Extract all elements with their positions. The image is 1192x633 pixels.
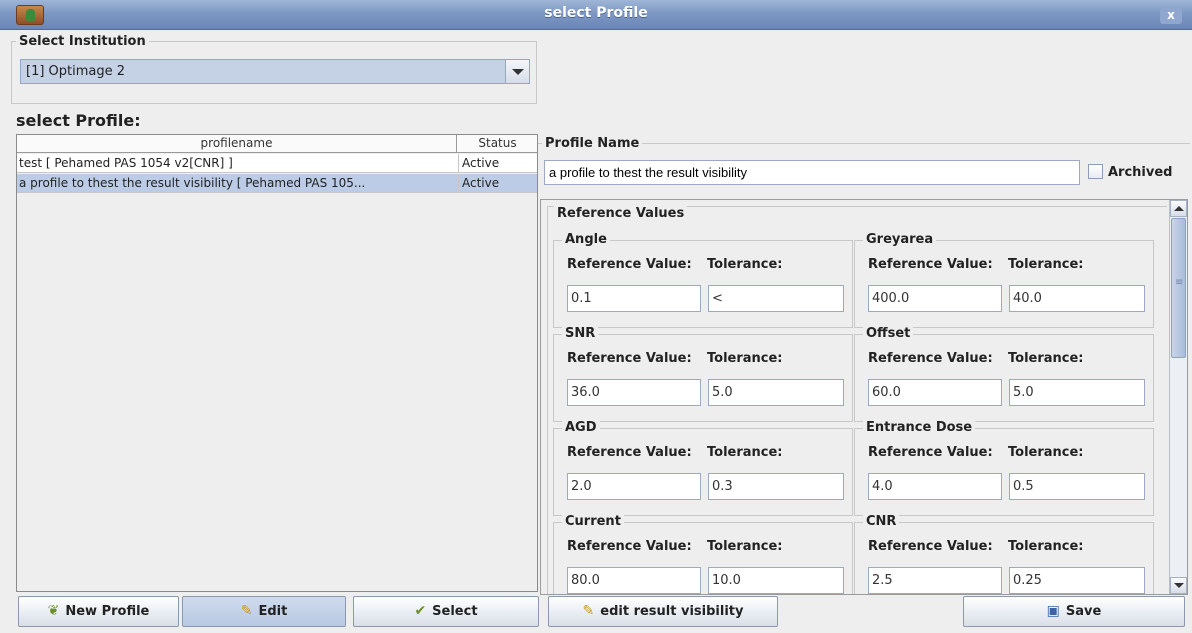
tolerance-field[interactable] <box>1009 379 1145 406</box>
param-title: Entrance Dose <box>863 420 976 435</box>
reference-value-field[interactable] <box>868 379 1002 406</box>
section-title: select Profile: <box>16 111 141 130</box>
status-cell: Active <box>458 174 537 192</box>
param-group-cnr: CNR Reference Value: Tolerance: <box>854 514 1154 594</box>
new-profile-button[interactable]: ❦ New Profile <box>18 596 179 627</box>
reference-values-label: Reference Values <box>554 206 688 221</box>
param-title: CNR <box>863 514 900 529</box>
reference-value-label: Reference Value: <box>868 257 993 272</box>
reference-value-label: Reference Value: <box>868 351 993 366</box>
select-button[interactable]: ✔ Select <box>353 596 539 627</box>
select-profile-window: select Profile x Select Institution [1] … <box>0 0 1192 633</box>
close-button[interactable]: x <box>1160 8 1182 24</box>
column-header-status[interactable]: Status <box>458 135 537 152</box>
table-row[interactable]: a profile to thest the result visibility… <box>17 174 537 193</box>
reference-value-label: Reference Value: <box>868 539 993 554</box>
table-header: profilename Status <box>17 135 537 153</box>
profile-table: profilename Status test [ Pehamed PAS 10… <box>16 134 538 592</box>
tolerance-field[interactable] <box>708 379 844 406</box>
institution-selected-value: [1] Optimage 2 <box>26 64 126 79</box>
reference-value-label: Reference Value: <box>567 445 692 460</box>
scroll-thumb[interactable] <box>1171 218 1186 358</box>
institution-dropdown[interactable]: [1] Optimage 2 <box>20 59 530 84</box>
tolerance-label: Tolerance: <box>707 539 783 554</box>
vertical-scrollbar[interactable] <box>1169 200 1187 594</box>
tolerance-label: Tolerance: <box>1008 351 1084 366</box>
scroll-down-arrow-icon[interactable] <box>1170 577 1187 594</box>
param-group-current: Current Reference Value: Tolerance: <box>553 514 853 594</box>
profile-name-group-label: Profile Name <box>545 136 640 151</box>
param-group-offset: Offset Reference Value: Tolerance: <box>854 326 1154 422</box>
param-group-snr: SNR Reference Value: Tolerance: <box>553 326 853 422</box>
column-header-profilename[interactable]: profilename <box>17 135 457 152</box>
reference-value-field[interactable] <box>868 473 1002 500</box>
reference-value-field[interactable] <box>567 567 701 594</box>
reference-value-field[interactable] <box>567 285 701 312</box>
edit-result-visibility-button-label: edit result visibility <box>600 604 744 619</box>
save-button-label: Save <box>1065 604 1102 619</box>
edit-button-label: Edit <box>258 604 288 619</box>
checkbox-icon <box>1088 164 1103 179</box>
tolerance-label: Tolerance: <box>1008 445 1084 460</box>
tolerance-label: Tolerance: <box>707 445 783 460</box>
archived-label: Archived <box>1108 165 1173 180</box>
tolerance-field[interactable] <box>708 473 844 500</box>
reference-values-scroll-panel[interactable]: Reference Values Angle Reference Value: To… <box>540 199 1188 595</box>
pencil-icon: ✎ <box>240 603 253 619</box>
reference-value-label: Reference Value: <box>567 351 692 366</box>
tolerance-label: Tolerance: <box>707 257 783 272</box>
param-group-entrance-dose: Entrance Dose Reference Value: Tolerance: <box>854 420 1154 516</box>
edit-button[interactable]: ✎ Edit <box>182 596 346 627</box>
tolerance-field[interactable] <box>708 285 844 312</box>
tolerance-label: Tolerance: <box>1008 257 1084 272</box>
reference-value-field[interactable] <box>868 567 1002 594</box>
tolerance-label: Tolerance: <box>707 351 783 366</box>
status-cell: Active <box>458 154 537 172</box>
param-title: AGD <box>562 420 600 435</box>
select-button-label: Select <box>432 604 478 619</box>
tolerance-field[interactable] <box>1009 473 1145 500</box>
edit-result-visibility-button[interactable]: ✎ edit result visibility <box>548 596 778 627</box>
param-title: Current <box>562 514 624 529</box>
reference-value-field[interactable] <box>567 379 701 406</box>
chevron-down-icon[interactable] <box>505 60 529 83</box>
profile-name-cell: a profile to thest the result visibility… <box>19 176 366 190</box>
tolerance-label: Tolerance: <box>1008 539 1084 554</box>
tolerance-field[interactable] <box>708 567 844 594</box>
reference-value-label: Reference Value: <box>567 539 692 554</box>
profile-name-cell: test [ Pehamed PAS 1054 v2[CNR] ] <box>19 156 233 170</box>
floppy-disk-icon: ▣ <box>1046 603 1060 619</box>
save-button[interactable]: ▣ Save <box>963 596 1185 627</box>
param-title: Angle <box>562 232 610 247</box>
leaf-icon: ❦ <box>47 603 60 619</box>
param-title: SNR <box>562 326 599 341</box>
param-group-agd: AGD Reference Value: Tolerance: <box>553 420 853 516</box>
reference-value-label: Reference Value: <box>567 257 692 272</box>
institution-group: Select Institution [1] Optimage 2 <box>11 34 537 104</box>
tolerance-field[interactable] <box>1009 285 1145 312</box>
institution-group-label: Select Institution <box>19 34 146 49</box>
reference-value-label: Reference Value: <box>868 445 993 460</box>
reference-value-field[interactable] <box>868 285 1002 312</box>
param-group-greyarea: Greyarea Reference Value: Tolerance: <box>854 232 1154 328</box>
param-title: Greyarea <box>863 232 937 247</box>
pencil-icon: ✎ <box>582 603 595 619</box>
param-title: Offset <box>863 326 914 341</box>
window-title: select Profile <box>544 5 648 21</box>
param-group-angle: Angle Reference Value: Tolerance: <box>553 232 853 328</box>
archived-checkbox[interactable]: Archived <box>1088 164 1173 180</box>
reference-value-field[interactable] <box>567 473 701 500</box>
tolerance-field[interactable] <box>1009 567 1145 594</box>
scroll-up-arrow-icon[interactable] <box>1170 200 1187 217</box>
leaf-check-icon: ✔ <box>414 603 427 619</box>
table-row[interactable]: test [ Pehamed PAS 1054 v2[CNR] ] Active <box>17 154 537 173</box>
title-bar: select Profile x <box>0 0 1192 30</box>
profile-name-field[interactable] <box>544 160 1080 185</box>
new-profile-button-label: New Profile <box>65 604 150 619</box>
